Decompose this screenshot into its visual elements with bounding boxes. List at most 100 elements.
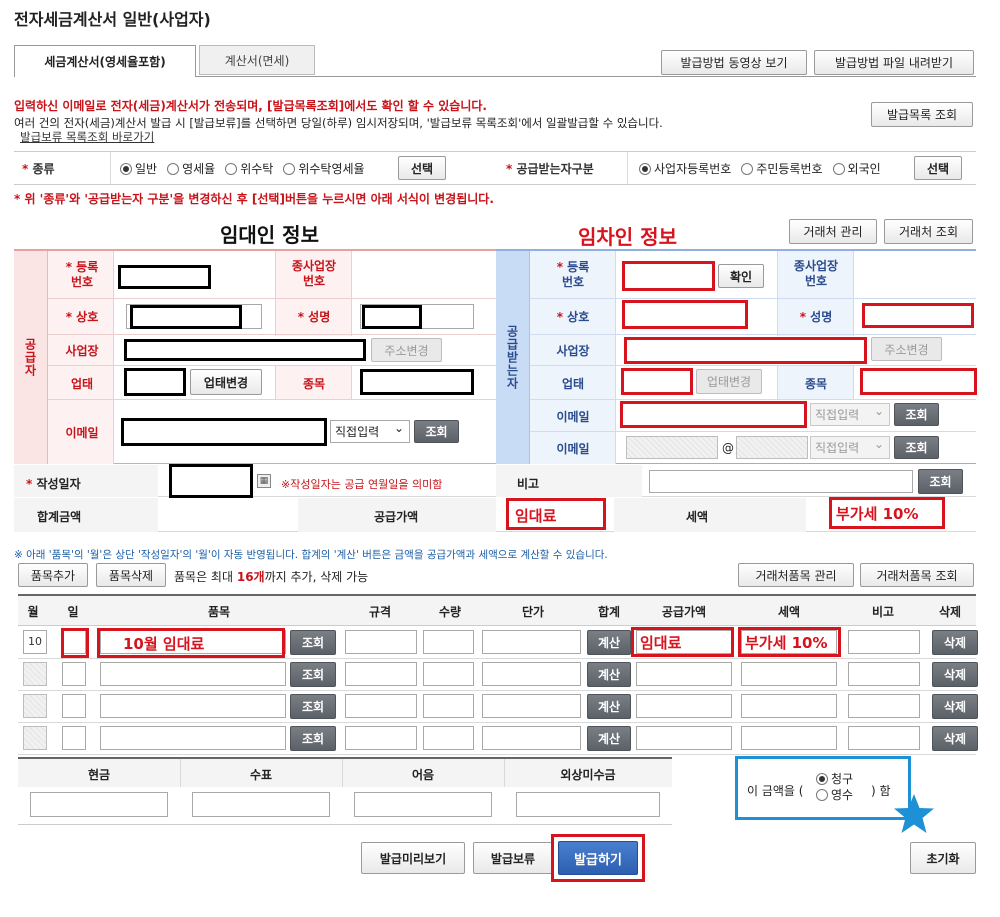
receiver-select-button[interactable]: 선택 bbox=[914, 156, 962, 180]
item-name-input[interactable] bbox=[100, 726, 286, 750]
item-price-input[interactable] bbox=[482, 694, 581, 718]
item-lookup-button[interactable]: 조회 bbox=[290, 726, 336, 751]
issue-list-button[interactable]: 발급목록 조회 bbox=[871, 102, 973, 127]
item-spec-input[interactable] bbox=[345, 662, 417, 686]
item-calc-button[interactable]: 계산 bbox=[587, 662, 631, 687]
file-download-button[interactable]: 발급방법 파일 내려받기 bbox=[814, 50, 974, 75]
item-add-button[interactable]: 품목추가 bbox=[18, 563, 88, 587]
receiver-biz-input[interactable] bbox=[621, 368, 693, 395]
receiver-email2-domain-input[interactable] bbox=[736, 436, 808, 459]
supplier-address-change-button[interactable]: 주소변경 bbox=[371, 338, 442, 362]
item-supply-input[interactable] bbox=[636, 662, 732, 686]
hold-button[interactable]: 발급보류 bbox=[473, 842, 553, 874]
receiver-email-input[interactable] bbox=[620, 401, 807, 428]
item-memo-input[interactable] bbox=[848, 694, 920, 718]
payment-input-3[interactable] bbox=[516, 792, 660, 817]
calendar-icon[interactable]: ▦ bbox=[257, 474, 271, 488]
receiver-address-change-button[interactable]: 주소변경 bbox=[871, 337, 942, 361]
item-tax-input[interactable] bbox=[741, 662, 837, 686]
item-calc-button[interactable]: 계산 bbox=[587, 694, 631, 719]
receiver-email-lookup-button[interactable]: 조회 bbox=[894, 403, 939, 426]
tab-invoice[interactable]: 계산서(면세) bbox=[199, 45, 315, 75]
item-lookup-button[interactable]: 조회 bbox=[290, 694, 336, 719]
item-price-input[interactable] bbox=[482, 630, 581, 654]
issue-button[interactable]: 발급하기 bbox=[558, 841, 638, 875]
payment-input-0[interactable] bbox=[30, 792, 168, 817]
item-price-input[interactable] bbox=[482, 662, 581, 686]
receiver-address-input[interactable] bbox=[624, 337, 867, 364]
item-qty-input[interactable] bbox=[423, 694, 474, 718]
item-calc-button[interactable]: 계산 bbox=[587, 630, 631, 655]
item-delete-button[interactable]: 삭제 bbox=[932, 694, 978, 719]
item-spec-input[interactable] bbox=[345, 694, 417, 718]
item-delete-button[interactable]: 삭제 bbox=[932, 662, 978, 687]
receiver-email2-select[interactable]: 직접입력 bbox=[810, 436, 890, 459]
supplier-email-input[interactable] bbox=[121, 418, 327, 446]
hold-list-link[interactable]: 발급보류 목록조회 바로가기 bbox=[20, 129, 154, 145]
radio-zero-rate[interactable]: 영세율 bbox=[167, 160, 215, 177]
receiver-item-input[interactable] bbox=[860, 368, 977, 395]
reset-button[interactable]: 초기화 bbox=[910, 842, 976, 874]
item-memo-input[interactable] bbox=[848, 662, 920, 686]
item-delete-button[interactable]: 품목삭제 bbox=[96, 563, 166, 587]
item-price-input[interactable] bbox=[482, 726, 581, 750]
receiver-email-select[interactable]: 직접입력 bbox=[810, 403, 890, 426]
radio-claim[interactable]: 청구 bbox=[816, 771, 853, 787]
item-supply-input[interactable] bbox=[636, 726, 732, 750]
item-spec-input[interactable] bbox=[345, 726, 417, 750]
receiver-name-input[interactable] bbox=[622, 300, 748, 329]
radio-receipt[interactable]: 영수 bbox=[816, 787, 853, 803]
video-guide-button[interactable]: 발급방법 동영상 보기 bbox=[661, 50, 807, 75]
partner-item-lookup-button[interactable]: 거래처품목 조회 bbox=[860, 563, 974, 587]
partner-item-manage-button[interactable]: 거래처품목 관리 bbox=[738, 563, 854, 587]
receiver-email2-lookup-button[interactable]: 조회 bbox=[894, 436, 939, 459]
item-tax-input[interactable] bbox=[741, 726, 837, 750]
item-memo-input[interactable] bbox=[848, 726, 920, 750]
receiver-reg-confirm-button[interactable]: 확인 bbox=[718, 264, 764, 288]
supplier-biz-input[interactable] bbox=[124, 368, 186, 396]
type-select-button[interactable]: 선택 bbox=[398, 156, 446, 180]
receiver-ceo-input[interactable] bbox=[862, 303, 974, 328]
supplier-item-input[interactable] bbox=[360, 369, 474, 395]
receiver-biz-change-button[interactable]: 업태변경 bbox=[696, 369, 762, 394]
item-name-input[interactable] bbox=[100, 694, 286, 718]
radio-resident-no[interactable]: 주민등록번호 bbox=[741, 160, 823, 177]
item-qty-input[interactable] bbox=[423, 726, 474, 750]
item-lookup-button[interactable]: 조회 bbox=[290, 630, 336, 655]
item-lookup-button[interactable]: 조회 bbox=[290, 662, 336, 687]
partner-lookup-button[interactable]: 거래처 조회 bbox=[884, 219, 973, 244]
preview-button[interactable]: 발급미리보기 bbox=[361, 842, 465, 874]
item-delete-button[interactable]: 삭제 bbox=[932, 630, 978, 655]
memo-input[interactable] bbox=[649, 470, 913, 493]
tab-tax-invoice[interactable]: 세금계산서(영세율포함) bbox=[14, 45, 196, 77]
receiver-email2-id-input[interactable] bbox=[626, 436, 718, 459]
receiver-reg-input[interactable] bbox=[622, 261, 715, 291]
item-month-input[interactable] bbox=[23, 726, 47, 750]
partner-manage-button[interactable]: 거래처 관리 bbox=[789, 219, 877, 244]
memo-lookup-button[interactable]: 조회 bbox=[918, 469, 963, 494]
radio-consign[interactable]: 위수탁 bbox=[225, 160, 273, 177]
item-calc-button[interactable]: 계산 bbox=[587, 726, 631, 751]
radio-general[interactable]: 일반 bbox=[120, 160, 157, 177]
item-qty-input[interactable] bbox=[423, 662, 474, 686]
supplier-email-select[interactable]: 직접입력 bbox=[330, 420, 410, 443]
item-day-input[interactable] bbox=[62, 694, 86, 718]
supplier-reg-input[interactable] bbox=[118, 265, 211, 289]
write-date-input[interactable] bbox=[169, 464, 253, 498]
supplier-name-input[interactable] bbox=[130, 305, 242, 329]
item-supply-input[interactable] bbox=[636, 694, 732, 718]
item-month-input[interactable] bbox=[23, 662, 47, 686]
radio-consign-zero[interactable]: 위수탁영세율 bbox=[283, 160, 365, 177]
item-month-input[interactable] bbox=[23, 694, 47, 718]
item-delete-button[interactable]: 삭제 bbox=[932, 726, 978, 751]
item-month-input[interactable]: 10 bbox=[23, 630, 47, 654]
supplier-biz-change-button[interactable]: 업태변경 bbox=[190, 369, 262, 395]
item-memo-input[interactable] bbox=[848, 630, 920, 654]
radio-foreigner[interactable]: 외국인 bbox=[832, 160, 881, 177]
supplier-email-lookup-button[interactable]: 조회 bbox=[414, 420, 459, 443]
item-day-input[interactable] bbox=[62, 662, 86, 686]
item-day-input[interactable] bbox=[62, 726, 86, 750]
item-spec-input[interactable] bbox=[345, 630, 417, 654]
item-qty-input[interactable] bbox=[423, 630, 474, 654]
radio-biz-no[interactable]: 사업자등록번호 bbox=[639, 160, 731, 177]
